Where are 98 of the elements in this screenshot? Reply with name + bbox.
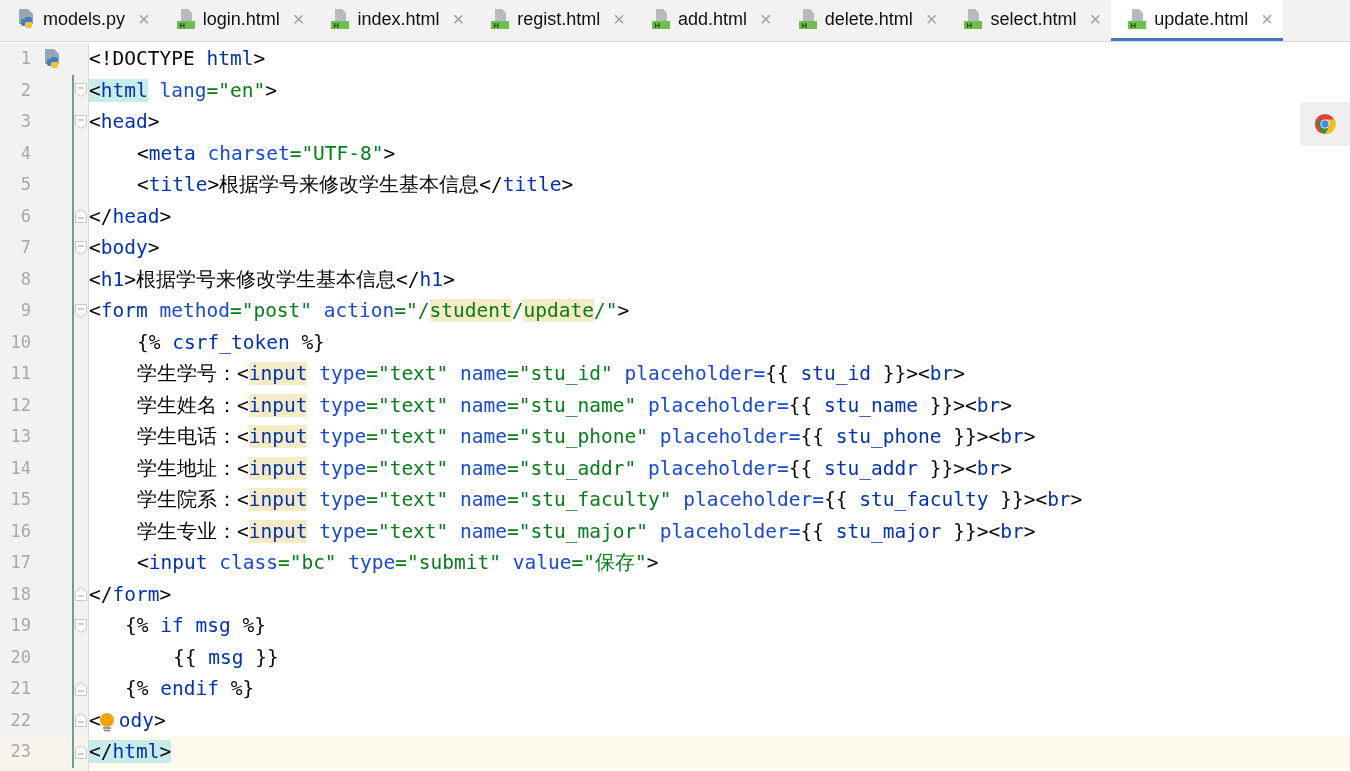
line-number: 18 xyxy=(9,582,31,606)
change-marker[interactable] xyxy=(72,295,74,327)
line-number: 19 xyxy=(9,614,31,637)
change-marker[interactable] xyxy=(72,452,74,484)
line-number: 23 xyxy=(9,740,31,763)
line-number: 14 xyxy=(9,456,31,480)
change-marker[interactable] xyxy=(72,736,74,768)
fold-marker-icon[interactable] xyxy=(74,712,88,729)
browser-icon xyxy=(1314,113,1336,135)
line-number: 4 xyxy=(19,141,31,165)
change-marker[interactable] xyxy=(72,74,74,106)
lightbulb-icon[interactable] xyxy=(98,713,115,734)
code-line: < xyxy=(89,707,101,734)
code-line: {% endif %} xyxy=(125,676,255,702)
line-number: 1 xyxy=(19,47,31,70)
line-number: 13 xyxy=(9,425,31,448)
line-number: 20 xyxy=(9,645,31,669)
code-line: 学生专业：<input type="text" name="stu_major" placeholder={{ stu_major }}><br> xyxy=(137,518,1036,545)
html-file-icon xyxy=(797,8,818,30)
code-line: 学生学号：<input type="text" name="stu_id" placeholder={{ stu_id }}><br> xyxy=(137,361,965,387)
code-line: </head> xyxy=(89,203,172,230)
line-number: 16 xyxy=(9,519,31,543)
browser-preview-button[interactable] xyxy=(1300,102,1350,146)
fold-marker-icon[interactable] xyxy=(74,743,88,760)
fold-marker-icon[interactable] xyxy=(74,82,88,99)
fold-marker-icon[interactable] xyxy=(74,617,88,634)
change-marker[interactable] xyxy=(72,484,74,516)
line-number: 5 xyxy=(19,173,31,196)
line-number: 6 xyxy=(19,204,31,228)
code-line: {{ msg }} xyxy=(173,644,279,671)
change-marker[interactable] xyxy=(72,704,74,736)
change-marker[interactable] xyxy=(72,389,74,421)
line-number: 11 xyxy=(9,362,31,385)
python-file-icon xyxy=(16,8,36,30)
fold-marker-icon[interactable] xyxy=(74,302,88,319)
line-number: 12 xyxy=(9,393,31,417)
line-number: 10 xyxy=(9,330,31,354)
editor-tab[interactable]: add.html × xyxy=(634,0,782,41)
change-marker[interactable] xyxy=(72,358,74,390)
html-file-icon xyxy=(963,8,984,30)
fold-marker-icon[interactable] xyxy=(74,680,88,697)
line-number: 9 xyxy=(19,299,31,322)
change-marker[interactable] xyxy=(72,106,74,138)
change-marker[interactable] xyxy=(72,515,74,547)
code-line: <input class="bc" type="submit" value="保存"> xyxy=(137,550,659,576)
change-marker[interactable] xyxy=(72,547,74,579)
code-line: <head> xyxy=(89,109,160,135)
change-marker[interactable] xyxy=(72,169,74,201)
code-line: 学生电话：<input type="text" name="stu_phone" placeholder={{ stu_phone }}><br> xyxy=(137,424,1036,450)
editor-tab[interactable]: models.py × xyxy=(0,0,160,41)
editor-tab[interactable]: regist.html × xyxy=(474,0,635,41)
line-number: 7 xyxy=(19,236,31,259)
fold-marker-icon[interactable] xyxy=(74,113,88,130)
code-line: <h1>根据学号来修改学生基本信息</h1> xyxy=(89,266,455,293)
change-marker[interactable] xyxy=(72,326,74,358)
line-number: 15 xyxy=(9,488,31,511)
editor-tab[interactable]: delete.html × xyxy=(781,0,948,41)
code-line: ody> xyxy=(118,707,166,734)
code-line: </html> xyxy=(89,739,172,765)
editor-tab[interactable]: index.html × xyxy=(314,0,475,41)
line-number: 22 xyxy=(9,708,31,732)
change-marker[interactable] xyxy=(72,263,74,295)
html-file-icon xyxy=(330,8,351,30)
fold-marker-icon[interactable] xyxy=(74,239,88,256)
line-number: 3 xyxy=(19,110,31,133)
fold-marker-icon[interactable] xyxy=(74,208,88,225)
html-file-icon xyxy=(175,8,196,30)
line-number: 21 xyxy=(9,677,31,700)
html-file-icon xyxy=(490,8,511,30)
line-number: 17 xyxy=(9,551,31,574)
code-line: 学生院系：<input type="text" name="stu_faculty" placeholder={{ stu_faculty }}><br> xyxy=(137,487,1083,513)
change-marker[interactable] xyxy=(72,673,74,705)
change-marker[interactable] xyxy=(72,610,74,642)
code-line: <body> xyxy=(89,235,160,261)
editor-tab[interactable]: select.html × xyxy=(947,0,1112,41)
code-line: </form> xyxy=(89,581,172,608)
code-line: <html lang="en"> xyxy=(89,77,277,104)
change-marker[interactable] xyxy=(72,641,74,673)
html-file-icon xyxy=(1127,8,1148,30)
editor-tab[interactable]: login.html × xyxy=(159,0,315,41)
code-line: <!DOCTYPE html> xyxy=(89,46,266,72)
change-marker[interactable] xyxy=(72,232,74,264)
change-marker[interactable] xyxy=(72,421,74,453)
code-line: 学生姓名：<input type="text" name="stu_name" placeholder={{ stu_name }}><br> xyxy=(137,392,1012,419)
code-line: <title>根据学号来修改学生基本信息</title> xyxy=(137,172,574,198)
code-line: {% csrf_token %} xyxy=(137,329,325,356)
html-file-icon xyxy=(650,8,671,30)
code-line: {% if msg %} xyxy=(125,613,266,639)
line-number: 2 xyxy=(19,78,31,102)
fold-marker-icon[interactable] xyxy=(74,586,88,603)
editor-tab[interactable]: update.html × xyxy=(1111,0,1283,41)
change-marker[interactable] xyxy=(72,137,74,169)
code-line: <form method="post" action="/student/update/"> xyxy=(89,298,630,324)
code-line: 学生地址：<input type="text" name="stu_addr" placeholder={{ stu_addr }}><br> xyxy=(137,455,1012,482)
line-number: 8 xyxy=(19,267,31,291)
change-marker[interactable] xyxy=(72,578,74,610)
code-line: <meta charset="UTF-8"> xyxy=(137,140,396,167)
change-marker[interactable] xyxy=(72,200,74,232)
